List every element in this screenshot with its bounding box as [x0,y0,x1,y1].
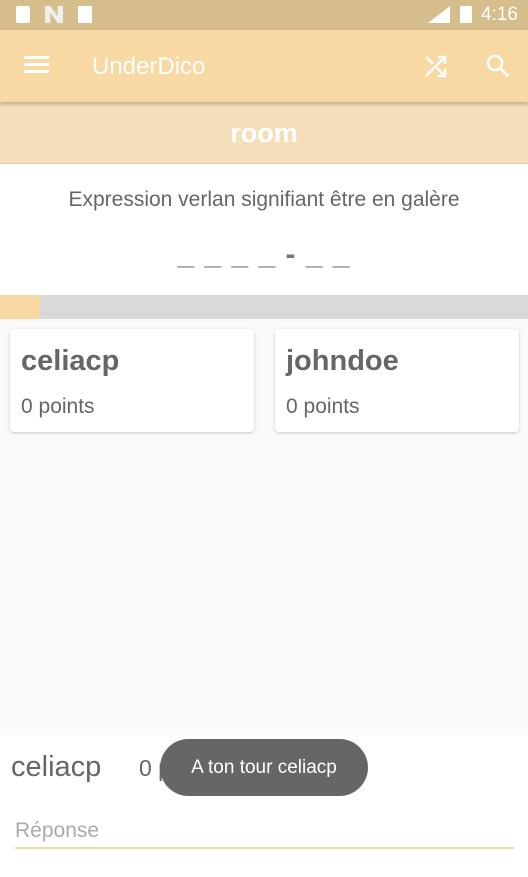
question-card: Expression verlan signifiant être en gal… [0,164,528,295]
progress-fill [0,295,41,319]
player-points: 0 points [21,395,95,418]
lte-signal-icon [428,6,450,23]
app-bar: UnderDico [0,30,528,102]
app-title: UnderDico [92,53,206,80]
sd-card-icon [16,6,30,23]
word-hint: _ _ _ _ - _ _ [177,238,351,271]
a-icon [78,6,92,23]
status-bar: 4:16 [0,0,528,30]
player-card: johndoe 0 points [275,329,519,432]
battery-charging-icon [460,6,472,23]
timer-progress-bar [0,295,528,319]
definition-text: Expression verlan signifiant être en gal… [68,188,460,211]
toast-message: A ton tour celiacp [160,739,368,796]
player-card: celiacp 0 points [10,329,254,432]
current-player-name: celiacp [11,751,102,783]
shuffle-icon[interactable] [424,54,448,78]
player-points: 0 points [286,395,360,418]
search-icon[interactable] [486,54,510,78]
player-name: johndoe [286,345,399,377]
n-icon [45,6,63,23]
clock: 4:16 [481,4,518,25]
answer-input[interactable] [15,815,514,849]
room-header: room [0,102,528,164]
player-name: celiacp [21,345,120,377]
menu-icon[interactable] [24,55,49,75]
